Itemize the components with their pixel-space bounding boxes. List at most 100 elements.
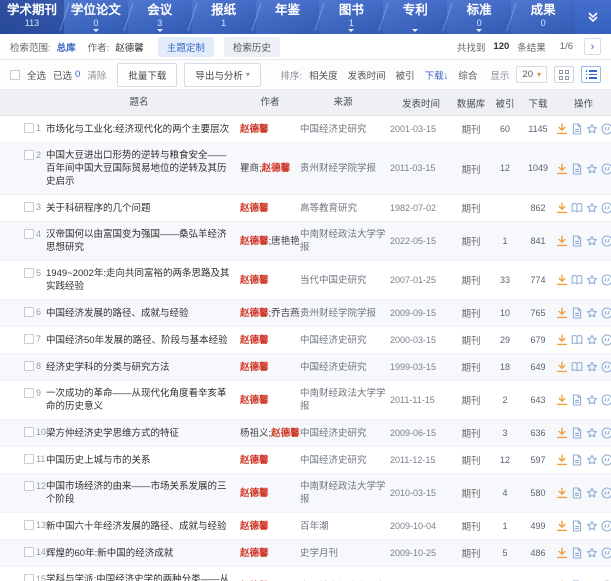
author-link[interactable]: 赵德馨 [240, 548, 269, 559]
category-tab-年鉴[interactable]: 年鉴 [256, 0, 320, 34]
download-icon[interactable] [556, 361, 568, 373]
result-title-link[interactable]: 中国历史上城与市的关系 [46, 455, 151, 466]
result-source-link[interactable]: 中南财经政法大学学报 [300, 481, 386, 505]
sort-option-下载[interactable]: 下载↓ [425, 68, 449, 82]
topic-subscribe-button[interactable]: 主题定制 [158, 37, 214, 57]
result-cited-count[interactable]: 60 [500, 124, 510, 134]
result-cited-count[interactable]: 10 [500, 308, 510, 318]
row-checkbox[interactable] [24, 388, 34, 398]
read-page-icon[interactable] [571, 394, 583, 406]
author-link[interactable]: 杨祖义 [240, 428, 269, 439]
batch-download-button[interactable]: 批量下载 [117, 63, 177, 87]
col-title[interactable]: 题名 [44, 96, 240, 109]
favorite-icon[interactable] [586, 123, 598, 135]
author-link[interactable]: 乔吉燕 [271, 308, 300, 319]
read-page-icon[interactable] [571, 427, 583, 439]
quote-icon[interactable] [601, 235, 611, 247]
quote-icon[interactable] [601, 547, 611, 559]
category-tab-图书[interactable]: 图书 1 [319, 0, 383, 34]
result-cited-count[interactable]: 5 [502, 548, 507, 558]
quote-icon[interactable] [601, 520, 611, 532]
quote-icon[interactable] [601, 427, 611, 439]
author-link[interactable]: 赵德馨 [240, 308, 269, 319]
quote-icon[interactable] [601, 163, 611, 175]
read-page-icon[interactable] [571, 123, 583, 135]
result-cited-count[interactable]: 33 [500, 275, 510, 285]
favorite-icon[interactable] [586, 361, 598, 373]
quote-icon[interactable] [601, 123, 611, 135]
author-link[interactable]: 赵德馨 [240, 488, 269, 499]
row-checkbox[interactable] [24, 520, 34, 530]
category-tab-会议[interactable]: 会议 3 [128, 0, 192, 34]
author-link[interactable]: 赵德馨 [240, 395, 269, 406]
result-title-link[interactable]: 梁方仲经济史学思维方式的特征 [46, 428, 179, 439]
download-icon[interactable] [556, 123, 568, 135]
clear-selection-button[interactable]: 清除 [87, 68, 106, 82]
scope-value[interactable]: 总库 [57, 40, 76, 54]
read-book-icon[interactable] [571, 274, 583, 286]
row-checkbox[interactable] [24, 547, 34, 557]
favorite-icon[interactable] [586, 235, 598, 247]
result-title-link[interactable]: 中国市场经济的由来——市场关系发展的三个阶段 [46, 481, 227, 505]
row-checkbox[interactable] [24, 202, 34, 212]
download-icon[interactable] [556, 547, 568, 559]
quote-icon[interactable] [601, 202, 611, 214]
result-source-link[interactable]: 中国经济史研究 [300, 124, 367, 135]
select-all-label[interactable]: 全选 [27, 68, 46, 82]
read-page-icon[interactable] [571, 454, 583, 466]
result-source-link[interactable]: 贵州财经学院学报 [300, 308, 376, 319]
select-all-checkbox[interactable] [10, 70, 20, 80]
quote-icon[interactable] [601, 487, 611, 499]
read-book-icon[interactable] [571, 202, 583, 214]
row-checkbox[interactable] [24, 481, 34, 491]
quote-icon[interactable] [601, 361, 611, 373]
favorite-icon[interactable] [586, 520, 598, 532]
author-link[interactable]: 赵德馨 [262, 163, 291, 174]
result-cited-count[interactable]: 1 [502, 236, 507, 246]
result-title-link[interactable]: 中国经济50年发展的路径、阶段与基本经验 [46, 335, 228, 346]
download-icon[interactable] [556, 235, 568, 247]
row-checkbox[interactable] [24, 123, 34, 133]
result-title-link[interactable]: 汉帝国何以由富国变为强国——桑弘羊经济思想研究 [46, 229, 227, 253]
export-analyze-button[interactable]: 导出与分析 ▾ [184, 63, 261, 87]
favorite-icon[interactable] [586, 202, 598, 214]
sort-option-综合[interactable]: 综合 [458, 68, 477, 82]
favorite-icon[interactable] [586, 427, 598, 439]
quote-icon[interactable] [601, 334, 611, 346]
row-checkbox[interactable] [24, 454, 34, 464]
result-title-link[interactable]: 中国大豆进出口形势的逆转与粮食安全——百年间中国大豆国际贸易地位的逆转及其历史启… [46, 150, 227, 187]
favorite-icon[interactable] [586, 547, 598, 559]
col-date[interactable]: 发表时间 [390, 96, 452, 110]
result-source-link[interactable]: 贵州财经学院学报 [300, 163, 376, 174]
download-icon[interactable] [556, 274, 568, 286]
row-checkbox[interactable] [24, 361, 34, 371]
more-categories-button[interactable] [575, 0, 611, 34]
quote-icon[interactable] [601, 394, 611, 406]
category-tab-标准[interactable]: 标准 0 [447, 0, 511, 34]
col-downloads[interactable]: 下载 [520, 96, 556, 110]
favorite-icon[interactable] [586, 163, 598, 175]
sort-option-相关度[interactable]: 相关度 [309, 68, 338, 82]
author-link[interactable]: 赵德馨 [240, 455, 269, 466]
sort-option-发表时间[interactable]: 发表时间 [348, 68, 386, 82]
download-icon[interactable] [556, 163, 568, 175]
row-checkbox[interactable] [24, 574, 34, 581]
result-cited-count[interactable]: 29 [500, 335, 510, 345]
row-checkbox[interactable] [24, 427, 34, 437]
download-icon[interactable] [556, 427, 568, 439]
author-link[interactable]: 赵德馨 [240, 521, 269, 532]
author-link[interactable]: 赵德馨 [240, 236, 269, 247]
result-cited-count[interactable]: 12 [500, 455, 510, 465]
result-cited-count[interactable]: 2 [502, 395, 507, 405]
col-cited[interactable]: 被引 [490, 96, 520, 110]
author-link[interactable]: 赵德馨 [240, 203, 269, 214]
result-cited-count[interactable]: 12 [500, 163, 510, 173]
author-link[interactable]: 赵德馨 [240, 362, 269, 373]
result-source-link[interactable]: 中国经济史研究 [300, 362, 367, 373]
read-page-icon[interactable] [571, 163, 583, 175]
read-book-icon[interactable] [571, 361, 583, 373]
next-page-button[interactable]: › [584, 38, 601, 55]
result-source-link[interactable]: 中国经济史研究 [300, 455, 367, 466]
result-title-link[interactable]: 市场化与工业化:经济现代化的两个主要层次 [46, 124, 229, 135]
page-size-select[interactable]: 20 ▾ [516, 66, 547, 83]
